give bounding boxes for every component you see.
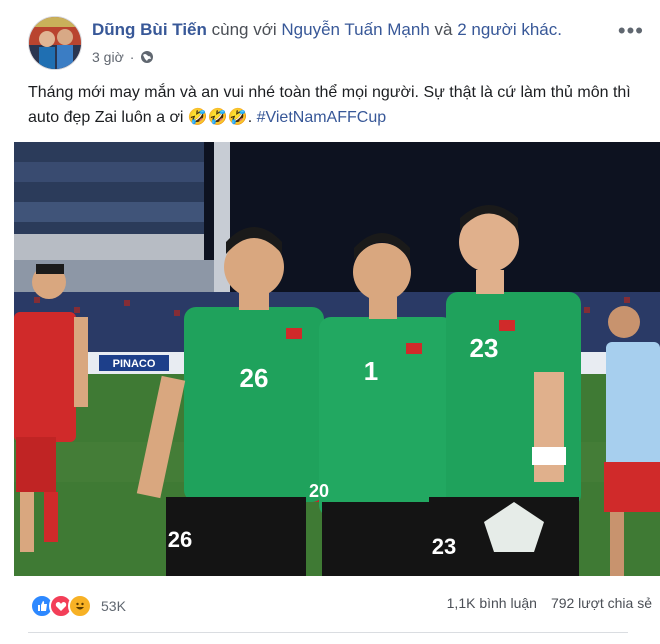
shorts-number-20: 20 <box>309 481 329 501</box>
post-photo[interactable]: PINACO 26 26 1 20 23 23 <box>14 142 660 576</box>
shorts-number-26: 26 <box>168 527 192 552</box>
globe-icon[interactable] <box>140 50 154 64</box>
facebook-post: Dũng Bùi Tiến cùng với Nguyễn Tuấn Mạnh … <box>0 0 660 644</box>
haha-icon <box>68 594 92 618</box>
jersey-number-1: 1 <box>364 356 378 386</box>
post-footer: 53K 1,1K bình luận 792 lượt chia sẻ <box>0 580 660 640</box>
jersey-number-26: 26 <box>240 363 269 393</box>
jersey-number-23: 23 <box>470 333 499 363</box>
and-text: và <box>434 20 453 39</box>
avatar[interactable] <box>28 16 82 70</box>
footer-divider <box>28 632 628 633</box>
tagged-user-link[interactable]: Nguyễn Tuấn Mạnh <box>281 20 429 39</box>
others-link[interactable]: 2 người khác. <box>457 20 562 39</box>
post-time-link[interactable]: 3 giờ <box>92 49 124 65</box>
reactions-summary[interactable]: 53K <box>30 594 126 618</box>
hashtag-link[interactable]: #VietNamAFFCup <box>257 109 387 126</box>
post-meta: 3 giờ · <box>92 49 154 65</box>
post-text: Tháng mới may mắn và an vui nhé toàn thể… <box>28 80 638 130</box>
reaction-count: 53K <box>101 598 126 614</box>
post-header: Dũng Bùi Tiến cùng với Nguyễn Tuấn Mạnh … <box>0 0 660 78</box>
sponsor-board-text: PINACO <box>113 358 156 370</box>
shares-count-link[interactable]: 792 lượt chia sẻ <box>551 595 652 611</box>
more-options-icon[interactable]: ••• <box>618 20 644 42</box>
post-author-line: Dũng Bùi Tiến cùng với Nguyễn Tuấn Mạnh … <box>92 20 562 40</box>
engagement-stats: 1,1K bình luận 792 lượt chia sẻ <box>447 595 652 611</box>
comments-count-link[interactable]: 1,1K bình luận <box>447 595 537 611</box>
with-text: cùng với <box>211 20 277 39</box>
author-name-link[interactable]: Dũng Bùi Tiến <box>92 20 207 39</box>
shorts-number-23: 23 <box>432 534 456 559</box>
